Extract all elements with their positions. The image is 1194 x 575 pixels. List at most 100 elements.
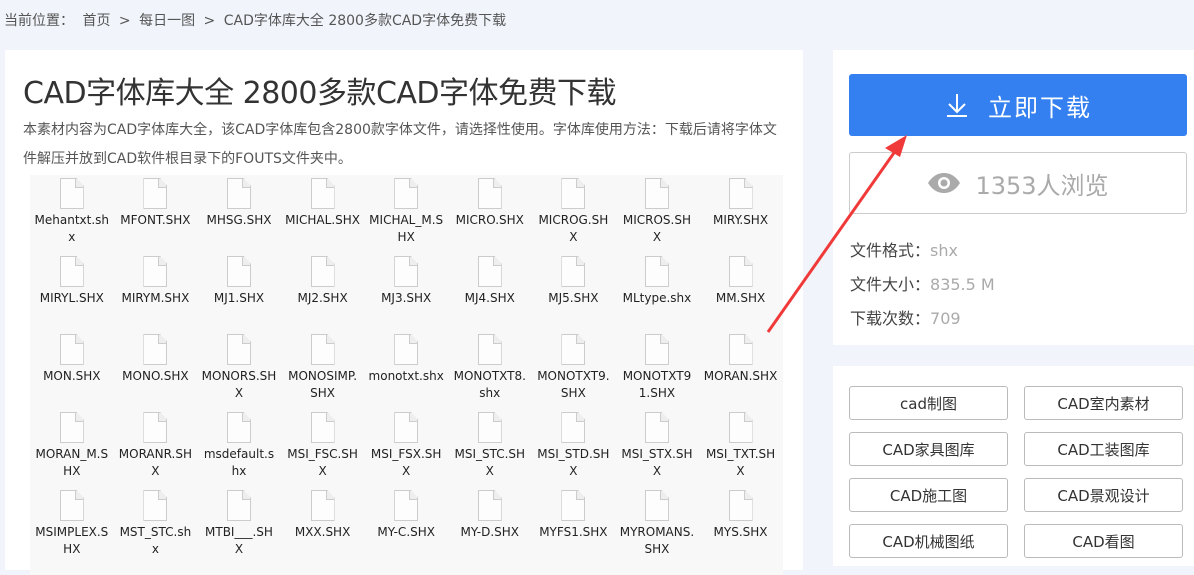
file-item: MONO.SHX: [114, 331, 198, 409]
tag-panel: cad制图 CAD室内素材 CAD家具图库 CAD工装图库 CAD施工图 CAD景观设计 C…: [833, 366, 1194, 566]
file-name: MORAN.SHX: [703, 369, 778, 383]
download-button[interactable]: 立即下载: [849, 74, 1187, 136]
file-name: MSI_STX.SHX: [621, 447, 693, 478]
download-icon: [947, 94, 967, 117]
file-item: MSI_STD.SHX: [532, 409, 616, 487]
file-icon: [310, 490, 335, 521]
tag-link[interactable]: CAD家具图库: [849, 432, 1008, 466]
file-name: MHSG.SHX: [206, 213, 272, 227]
file-name: MSI_STC.SHX: [454, 447, 526, 478]
file-name: MSI_FSX.SHX: [370, 447, 442, 478]
file-icon: [143, 256, 168, 287]
file-name: MICHAL_M.SHX: [369, 213, 444, 244]
file-icon: [644, 256, 669, 287]
file-item: MLtype.shx: [615, 253, 699, 331]
file-item: MYS.SHX: [699, 487, 783, 565]
page-title: CAD字体库大全 2800多款CAD字体免费下载: [23, 76, 617, 111]
file-icon: [59, 178, 84, 209]
tag-link[interactable]: CAD景观设计: [1024, 478, 1183, 512]
tag-link[interactable]: CAD看图: [1024, 524, 1183, 558]
file-icon: [226, 334, 251, 365]
breadcrumb-current: CAD字体库大全 2800多款CAD字体免费下载: [223, 13, 507, 29]
tag-link[interactable]: CAD机械图纸: [849, 524, 1008, 558]
file-item: MTBI___.SHX: [197, 487, 281, 565]
file-name: MYS.SHX: [713, 525, 768, 539]
file-icon: [310, 178, 335, 209]
file-icon: [477, 334, 502, 365]
breadcrumb-separator: >: [118, 13, 131, 29]
download-count: 下载次数：709: [850, 305, 961, 329]
file-item: MST_STC.shx: [114, 487, 198, 565]
file-item: MORAN.SHX: [699, 331, 783, 409]
file-name: MSI_FSC.SHX: [287, 447, 358, 478]
eye-icon: [928, 173, 961, 193]
breadcrumb: 当前位置： 首页 > 每日一图 > CAD字体库大全 2800多款CAD字体免费…: [4, 10, 510, 30]
file-item: Mehantxt.shx: [30, 175, 114, 253]
file-icon: [477, 178, 502, 209]
file-item: msdefault.shx: [197, 409, 281, 487]
file-name: MONOTXT91.SHX: [622, 369, 692, 400]
file-name: MJ4.SHX: [464, 291, 515, 305]
file-icon: [59, 490, 84, 521]
file-item: MICHAL_M.SHX: [364, 175, 448, 253]
file-item: MY-C.SHX: [364, 487, 448, 565]
tag-link[interactable]: CAD室内素材: [1024, 386, 1183, 420]
file-item: MJ2.SHX: [281, 253, 365, 331]
file-item: MSI_STX.SHX: [615, 409, 699, 487]
file-name: MONORS.SHX: [201, 369, 277, 400]
tag-link[interactable]: CAD工装图库: [1024, 432, 1183, 466]
file-icon: [143, 412, 168, 443]
file-item: monotxt.shx: [364, 331, 448, 409]
tag-link[interactable]: CAD施工图: [849, 478, 1008, 512]
file-name: msdefault.shx: [203, 447, 275, 478]
file-name: MTBI___.SHX: [205, 525, 273, 556]
file-item: MONOTXT9.SHX: [532, 331, 616, 409]
file-item: MYFS1.SHX: [532, 487, 616, 565]
file-item: MJ1.SHX: [197, 253, 281, 331]
file-icon: [644, 178, 669, 209]
file-item: MJ5.SHX: [532, 253, 616, 331]
file-icon: [644, 412, 669, 443]
file-item: MYROMANS.SHX: [615, 487, 699, 565]
file-size-label: 文件大小：: [850, 275, 931, 294]
file-item: MON.SHX: [30, 331, 114, 409]
file-name: MON.SHX: [43, 369, 101, 383]
file-item: MIRYL.SHX: [30, 253, 114, 331]
breadcrumb-home[interactable]: 首页: [82, 13, 110, 29]
file-name: MJ3.SHX: [381, 291, 432, 305]
file-icon: [728, 334, 753, 365]
file-icon: [59, 412, 84, 443]
file-name: MSIMPLEX.SHX: [35, 525, 109, 556]
download-panel: 立即下载 1353人浏览 文件格式：shx 文件大小：835.5 M 下载次数：…: [833, 50, 1194, 345]
file-icon: [226, 256, 251, 287]
file-icon: [310, 256, 335, 287]
file-name: MORAN_M.SHX: [35, 447, 109, 478]
file-name: MONOTXT9.SHX: [537, 369, 610, 400]
file-item: MICRO.SHX: [448, 175, 532, 253]
file-name: MYFS1.SHX: [539, 525, 608, 539]
file-item: MIRY.SHX: [699, 175, 783, 253]
file-item: MSI_TXT.SHX: [699, 409, 783, 487]
file-icon: [59, 334, 84, 365]
tag-link[interactable]: cad制图: [849, 386, 1008, 420]
file-item: MORAN_M.SHX: [30, 409, 114, 487]
file-icon: [644, 334, 669, 365]
file-icon: [394, 412, 419, 443]
file-icon: [310, 334, 335, 365]
file-item: MXX.SHX: [281, 487, 365, 565]
file-name: MIRY.SHX: [713, 213, 769, 227]
breadcrumb-daily[interactable]: 每日一图: [139, 13, 195, 29]
article-description: 本素材内容为CAD字体库大全，该CAD字体库包含2800款字体文件，请选择性使用…: [23, 122, 777, 167]
file-icon: [561, 256, 586, 287]
file-name: MJ2.SHX: [297, 291, 348, 305]
file-format-label: 文件格式：: [850, 241, 931, 260]
file-name: MJ1.SHX: [213, 291, 265, 305]
download-count-value: 709: [930, 309, 961, 328]
file-name: MONO.SHX: [122, 369, 189, 383]
file-name: MY-D.SHX: [460, 525, 520, 539]
file-name: MSI_TXT.SHX: [705, 447, 776, 478]
file-name: MIRYM.SHX: [121, 291, 190, 305]
file-icon: [561, 178, 586, 209]
file-name: MLtype.shx: [622, 291, 692, 305]
file-name: MIRYL.SHX: [39, 291, 104, 305]
